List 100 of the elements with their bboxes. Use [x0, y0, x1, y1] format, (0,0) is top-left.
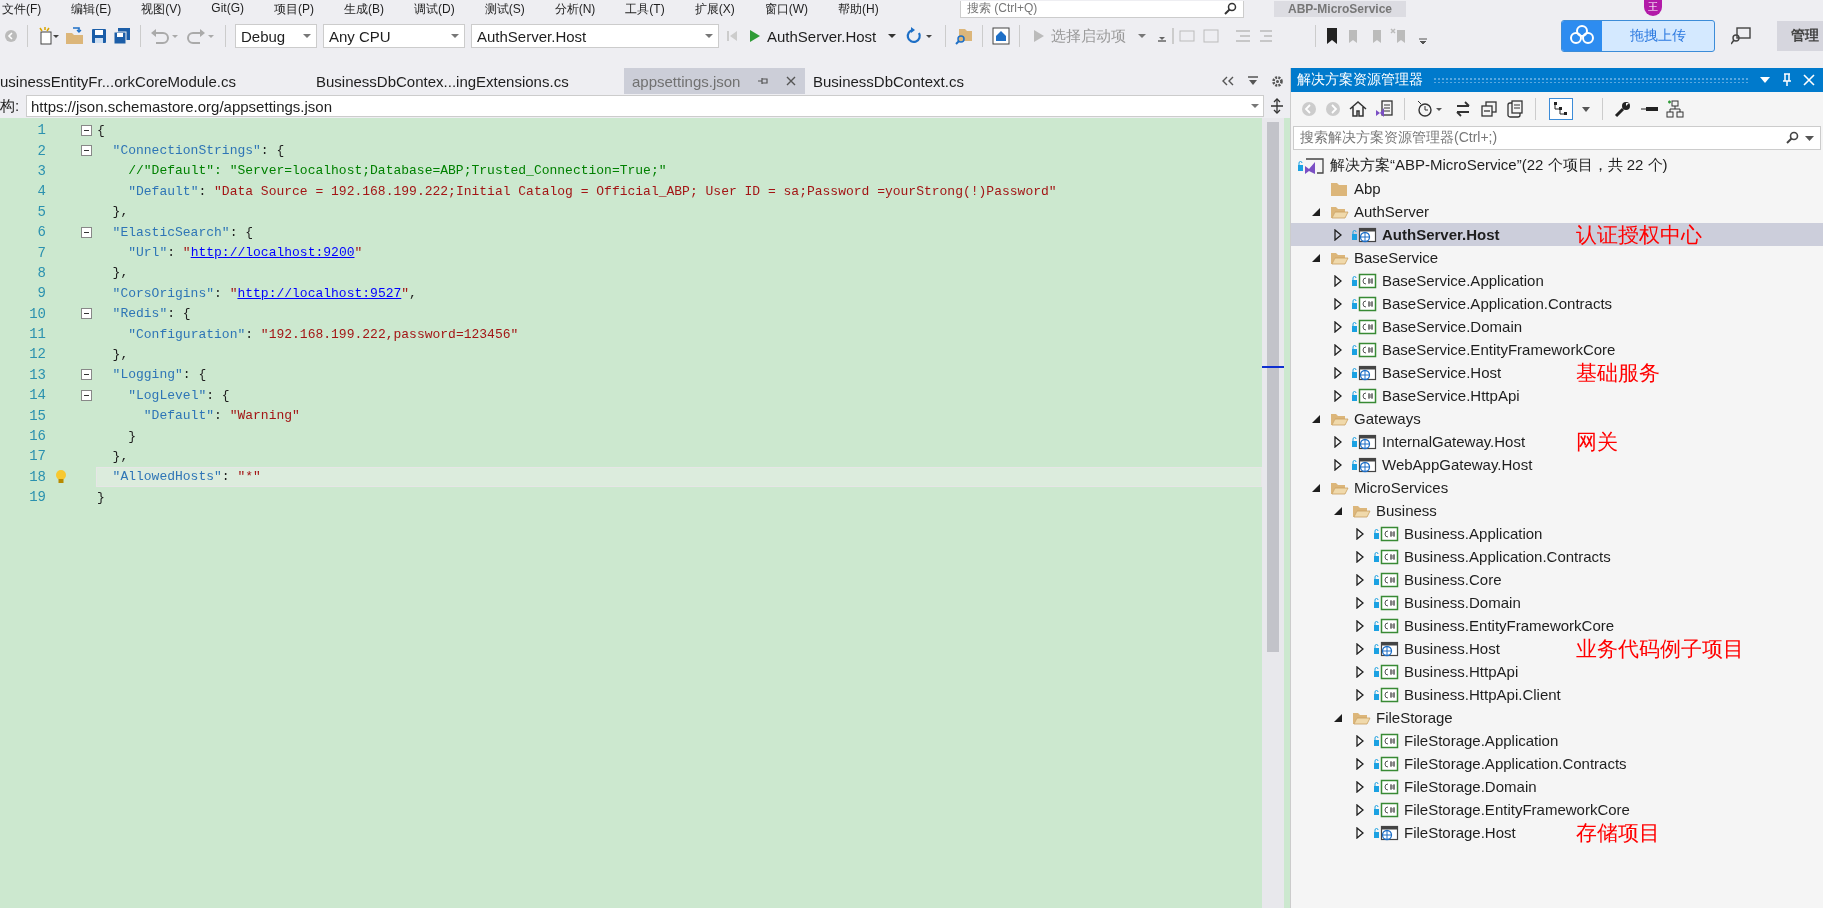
- tree-item[interactable]: BaseService.Application.Contracts: [1291, 292, 1823, 315]
- expanded-arrow-icon[interactable]: [1333, 505, 1343, 516]
- find-in-files-icon[interactable]: [955, 27, 974, 45]
- pin-icon[interactable]: [1781, 73, 1793, 87]
- configuration-dropdown[interactable]: Debug: [235, 24, 317, 48]
- tree-item[interactable]: Business.Domain: [1291, 591, 1823, 614]
- collapsed-arrow-icon[interactable]: [1356, 803, 1364, 816]
- show-all-files-icon[interactable]: [1549, 98, 1573, 120]
- menu-item[interactable]: 生成(B): [344, 0, 384, 18]
- menu-item[interactable]: 编辑(E): [71, 0, 112, 18]
- new-project-icon[interactable]: [37, 26, 59, 46]
- tree-item[interactable]: BaseService.Application: [1291, 269, 1823, 292]
- close-icon[interactable]: [785, 75, 797, 87]
- switch-views-icon[interactable]: [1375, 100, 1393, 118]
- dropdown-icon[interactable]: [1805, 134, 1814, 142]
- collapsed-arrow-icon[interactable]: [1356, 550, 1364, 563]
- tree-item[interactable]: InternalGateway.Host 网关: [1291, 430, 1823, 453]
- tree-item[interactable]: MicroServices: [1291, 476, 1823, 499]
- dropdown-icon[interactable]: [1759, 75, 1771, 85]
- expanded-arrow-icon[interactable]: [1311, 206, 1321, 217]
- tree-item[interactable]: Business.Core: [1291, 568, 1823, 591]
- scrollbar-thumb[interactable]: [1267, 122, 1279, 652]
- url-link[interactable]: http://localhost:9527: [237, 285, 402, 301]
- user-avatar[interactable]: 王: [1644, 0, 1662, 16]
- home-icon[interactable]: [1349, 100, 1367, 118]
- copy-icon[interactable]: [1506, 100, 1524, 118]
- expanded-arrow-icon[interactable]: [1311, 413, 1321, 424]
- tree-item[interactable]: WebAppGateway.Host: [1291, 453, 1823, 476]
- tree-item[interactable]: FileStorage.Application: [1291, 729, 1823, 752]
- admin-button[interactable]: 管理: [1777, 21, 1823, 51]
- menu-item[interactable]: 测试(S): [484, 0, 525, 18]
- menu-item[interactable]: 视图(V): [141, 0, 182, 18]
- collapsed-arrow-icon[interactable]: [1356, 642, 1364, 655]
- tree-item[interactable]: Business.Host 业务代码例子项目: [1291, 637, 1823, 660]
- tree-item[interactable]: FileStorage.Host 存储项目: [1291, 821, 1823, 844]
- open-folder-icon[interactable]: [65, 27, 85, 45]
- bookmark-icon[interactable]: [1325, 27, 1340, 45]
- collapse-icon[interactable]: [80, 369, 92, 381]
- collapsed-arrow-icon[interactable]: [1334, 343, 1342, 356]
- startup-project-dropdown[interactable]: AuthServer.Host: [471, 24, 719, 48]
- collapsed-arrow-icon[interactable]: [1356, 619, 1364, 632]
- collapsed-arrow-icon[interactable]: [1356, 688, 1364, 701]
- collapsed-arrow-icon[interactable]: [1334, 297, 1342, 310]
- collapse-icon[interactable]: [80, 226, 92, 238]
- tree-item[interactable]: Business: [1291, 499, 1823, 522]
- collapsed-arrow-icon[interactable]: [1334, 389, 1342, 402]
- menu-item[interactable]: 帮助(H): [838, 0, 879, 18]
- tree-item[interactable]: Gateways: [1291, 407, 1823, 430]
- settings-icon[interactable]: [1271, 74, 1284, 88]
- tree-item[interactable]: BaseService.EntityFrameworkCore: [1291, 338, 1823, 361]
- collapsed-arrow-icon[interactable]: [1334, 366, 1342, 379]
- pin-icon[interactable]: [756, 75, 769, 87]
- tree-item[interactable]: BaseService: [1291, 246, 1823, 269]
- document-tab[interactable]: BusinessDbContext.cs: [805, 68, 972, 94]
- url-link[interactable]: http://localhost:9200: [190, 245, 355, 261]
- vertical-scrollbar[interactable]: [1262, 118, 1284, 908]
- menu-item[interactable]: 扩展(X): [694, 0, 735, 18]
- collapsed-arrow-icon[interactable]: [1356, 757, 1364, 770]
- schema-dropdown[interactable]: https://json.schemastore.org/appsettings.json: [26, 95, 1264, 117]
- collapse-icon[interactable]: [80, 145, 92, 157]
- sync-icon[interactable]: [1454, 100, 1472, 118]
- collapsed-arrow-icon[interactable]: [1356, 665, 1364, 678]
- expanded-arrow-icon[interactable]: [1311, 252, 1321, 263]
- collapsed-arrow-icon[interactable]: [1356, 780, 1364, 793]
- search-field[interactable]: 搜索 (Ctrl+Q): [960, 0, 1244, 18]
- tree-item[interactable]: Business.Application.Contracts: [1291, 545, 1823, 568]
- tree-item[interactable]: BaseService.HttpApi: [1291, 384, 1823, 407]
- collapsed-arrow-icon[interactable]: [1334, 320, 1342, 333]
- upload-button[interactable]: 拖拽上传: [1561, 20, 1715, 52]
- tree-item[interactable]: AuthServer.Host 认证授权中心: [1291, 223, 1823, 246]
- platform-dropdown[interactable]: Any CPU: [323, 24, 465, 48]
- save-icon[interactable]: [91, 28, 107, 44]
- tree-item[interactable]: 解决方案“ABP-MicroService”(22 个项目，共 22 个): [1291, 154, 1823, 177]
- tree-item[interactable]: Business.HttpApi.Client: [1291, 683, 1823, 706]
- menu-item[interactable]: Git(G): [211, 0, 244, 18]
- collapse-icon[interactable]: [80, 124, 92, 136]
- tree-item[interactable]: Business.EntityFrameworkCore: [1291, 614, 1823, 637]
- menu-item[interactable]: 分析(N): [554, 0, 596, 18]
- collapsed-arrow-icon[interactable]: [1334, 228, 1342, 241]
- tree-item[interactable]: BaseService.Host 基础服务: [1291, 361, 1823, 384]
- collapse-icon[interactable]: [80, 389, 92, 401]
- expanded-arrow-icon[interactable]: [1333, 712, 1343, 723]
- collapsed-arrow-icon[interactable]: [1356, 527, 1364, 540]
- menu-item[interactable]: 文件(F): [2, 0, 42, 18]
- browser-home-icon[interactable]: [992, 27, 1011, 45]
- document-tab[interactable]: BusinessDbContex...ingExtensions.cs: [308, 68, 624, 94]
- menu-item[interactable]: 项目(P): [274, 0, 314, 18]
- collapsed-arrow-icon[interactable]: [1356, 596, 1364, 609]
- tab-list-icon[interactable]: [1247, 75, 1259, 87]
- collapsed-arrow-icon[interactable]: [1334, 435, 1342, 448]
- class-diagram-icon[interactable]: [1666, 100, 1684, 118]
- menu-item[interactable]: 工具(T): [625, 0, 665, 18]
- split-window-icon[interactable]: [1270, 98, 1284, 114]
- collapsed-arrow-icon[interactable]: [1334, 458, 1342, 471]
- expanded-arrow-icon[interactable]: [1311, 482, 1321, 493]
- dropdown-icon[interactable]: [1581, 104, 1591, 114]
- tree-item[interactable]: BaseService.Domain: [1291, 315, 1823, 338]
- collapse-icon[interactable]: [80, 308, 92, 320]
- menu-item[interactable]: 调试(D): [414, 0, 455, 18]
- tree-item[interactable]: FileStorage.EntityFrameworkCore: [1291, 798, 1823, 821]
